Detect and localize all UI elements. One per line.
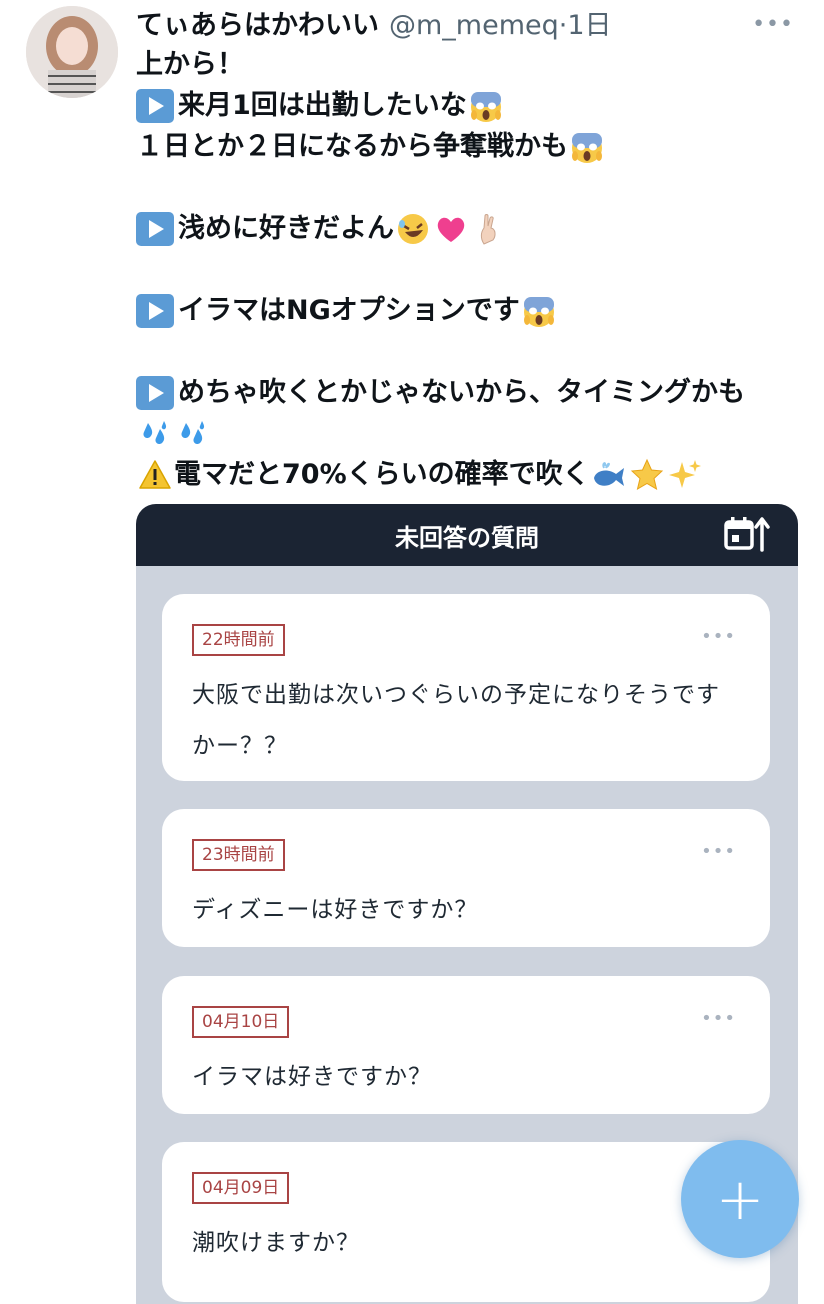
tweet-line: イラマはNGオプションです	[136, 290, 806, 331]
question-text: イラマは好きですか？	[192, 1064, 432, 1090]
tweet-line: 浅めに好きだよん	[136, 208, 806, 249]
star-emoji-icon	[630, 458, 664, 492]
more-options-icon[interactable]: •••	[752, 14, 794, 36]
question-time-badge: 23時間前	[192, 839, 285, 871]
question-text: 大阪で出勤は次いつぐらいの予定になりそうですかー？？	[192, 682, 720, 759]
add-question-button[interactable]: +	[681, 1140, 799, 1258]
question-card[interactable]: 23時間前 ••• ディズニーは好きですか？	[162, 809, 770, 947]
card-header: 未回答の質問	[136, 504, 798, 566]
question-card[interactable]: 22時間前 ••• 大阪で出勤は次いつぐらいの予定になりそうですかー？？	[162, 594, 770, 781]
tweet-header: てぃあらはかわいい @m_memeq·1日	[136, 2, 612, 42]
tweet-line	[136, 413, 806, 454]
play-button-emoji-icon	[136, 293, 174, 328]
whale-emoji-icon	[592, 458, 626, 492]
question-time-badge: 04月10日	[192, 1006, 290, 1038]
more-options-icon[interactable]: •••	[701, 1010, 736, 1028]
question-time-badge: 22時間前	[192, 624, 285, 656]
profile-avatar[interactable]	[26, 6, 118, 98]
display-name[interactable]: てぃあらはかわいい	[136, 3, 379, 42]
more-options-icon[interactable]: •••	[701, 628, 736, 646]
tweet-time[interactable]: 1日	[567, 10, 611, 41]
question-card[interactable]: 04月09日 ••• 潮吹けますか？	[162, 1142, 770, 1302]
sweat-droplets-emoji-icon	[176, 417, 210, 451]
tweet-text: 上から！ 来月1回は出勤したいな １日とか２日になるから争奪戦かも 浅めに好きだ…	[136, 44, 806, 495]
scream-face-emoji-icon	[469, 89, 503, 123]
sweat-droplets-emoji-icon	[138, 417, 172, 451]
card-title: 未回答の質問	[395, 523, 539, 552]
question-card[interactable]: 04月10日 ••• イラマは好きですか？	[162, 976, 770, 1114]
question-text: ディズニーは好きですか？	[192, 897, 479, 923]
plus-icon: +	[715, 1165, 765, 1233]
tweet-line: １日とか２日になるから争奪戦かも	[136, 126, 806, 167]
sort-by-date-icon[interactable]	[724, 516, 770, 552]
sparkles-emoji-icon	[668, 458, 702, 492]
play-button-emoji-icon	[136, 375, 174, 410]
tweet-line: 来月1回は出勤したいな	[136, 85, 806, 126]
crossed-fingers-emoji-icon	[472, 212, 506, 246]
scream-face-emoji-icon	[570, 130, 604, 164]
question-time-badge: 04月09日	[192, 1172, 290, 1204]
warning-emoji-icon	[138, 458, 172, 492]
play-button-emoji-icon	[136, 211, 174, 246]
scream-face-emoji-icon	[522, 294, 556, 328]
user-handle[interactable]: @m_memeq·1日	[389, 3, 612, 42]
pink-heart-emoji-icon	[434, 212, 468, 246]
rolling-laughing-emoji-icon	[396, 212, 430, 246]
tweet-line: 電マだと70%くらいの確率で吹く	[136, 454, 806, 495]
tweet-line: めちゃ吹くとかじゃないから、タイミングかも	[136, 372, 806, 413]
play-button-emoji-icon	[136, 88, 174, 123]
more-options-icon[interactable]: •••	[701, 843, 736, 861]
question-text: 潮吹けますか？	[192, 1230, 360, 1256]
tweet-line: 上から！	[136, 49, 244, 80]
